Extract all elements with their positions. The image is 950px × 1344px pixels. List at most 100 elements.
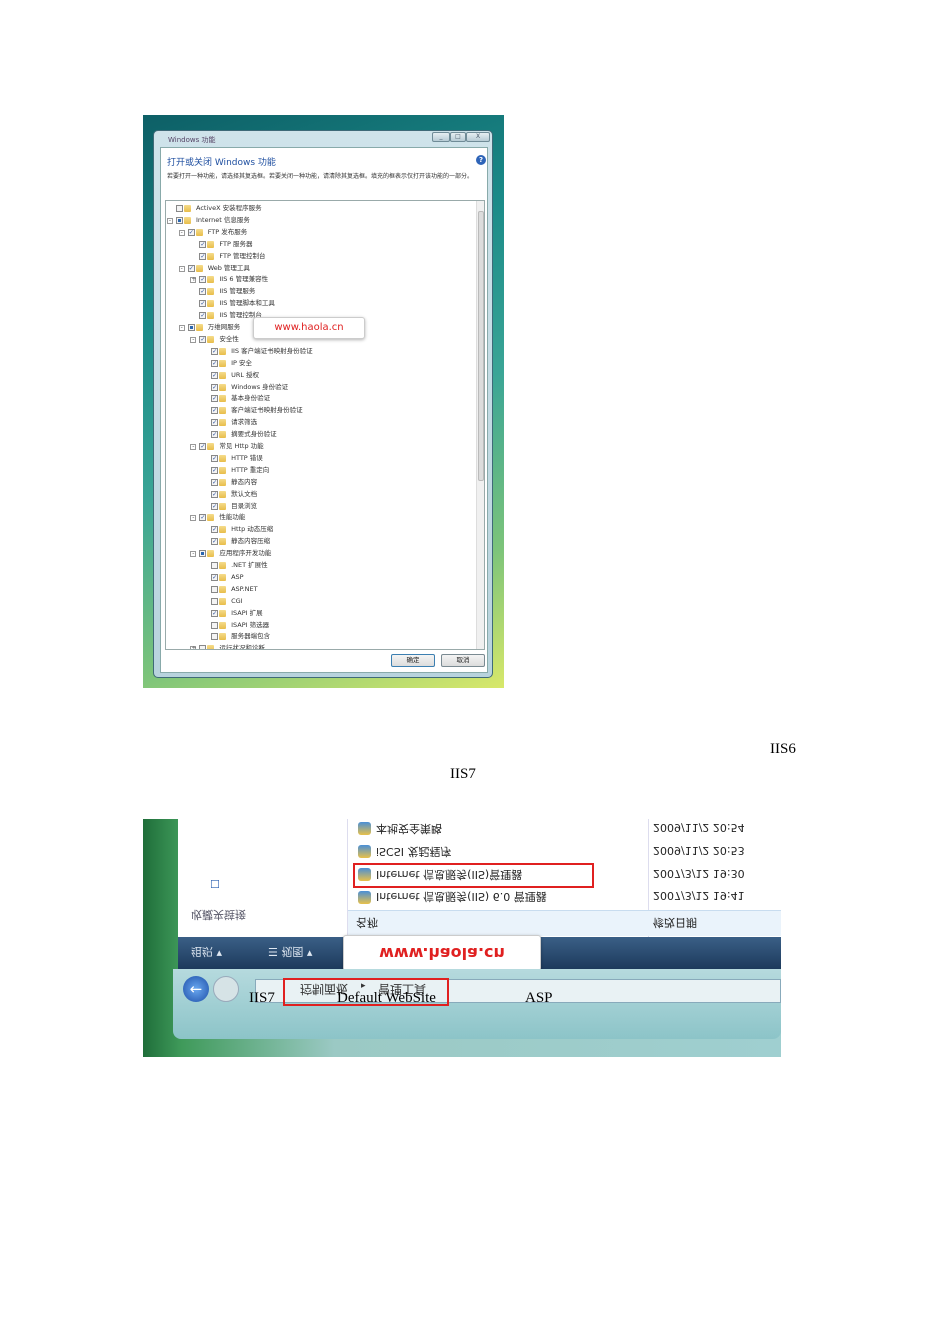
feature-item[interactable]: ASP.NET (166, 584, 466, 595)
feature-item[interactable]: ✓ Http 动态压缩 (166, 524, 466, 535)
collapse-icon[interactable]: - (190, 551, 197, 558)
feature-item[interactable]: ✓ FTP 服务器 (166, 239, 466, 250)
feature-checkbox[interactable]: ✓ (199, 300, 207, 308)
feature-checkbox[interactable]: ✓ (199, 335, 207, 343)
feature-item[interactable]: - ✓ FTP 发布服务 (166, 227, 466, 238)
feature-item[interactable]: - ✓ 常见 Http 功能 (166, 441, 466, 452)
feature-item[interactable]: ✓ 目录浏览 (166, 501, 466, 512)
feature-checkbox[interactable]: ✓ (199, 276, 207, 284)
feature-checkbox[interactable]: ✓ (211, 395, 219, 403)
feature-checkbox[interactable]: ✓ (211, 466, 219, 474)
feature-item[interactable]: ✓ URL 授权 (166, 370, 466, 381)
feature-checkbox[interactable]: ✓ (211, 573, 219, 581)
feature-checkbox[interactable]: ✓ (211, 347, 219, 355)
feature-checkbox[interactable]: ✓ (211, 431, 219, 439)
cancel-button[interactable]: 取消 (441, 654, 485, 667)
expand-icon[interactable]: + (190, 646, 196, 649)
feature-checkbox[interactable] (187, 324, 195, 331)
feature-item[interactable]: ✓ IIS 管理服务 (166, 286, 466, 297)
feature-checkbox[interactable]: ✓ (211, 478, 219, 486)
collapse-icon[interactable]: - (178, 265, 185, 272)
forward-button[interactable] (213, 976, 239, 1002)
scrollbar-thumb[interactable] (478, 211, 484, 481)
feature-checkbox[interactable]: ✓ (211, 454, 219, 462)
feature-item[interactable]: ✓ IIS 客户端证书映射身份验证 (166, 346, 466, 357)
collapse-icon[interactable]: - (178, 229, 185, 236)
feature-item[interactable]: ✓ 基本身份验证 (166, 393, 466, 404)
feature-item[interactable]: - 应用程序开发功能 (166, 548, 466, 559)
feature-item[interactable]: ✓ HTTP 重定向 (166, 465, 466, 476)
feature-item[interactable]: ✓ ISAPI 扩展 (166, 608, 466, 619)
collapse-icon[interactable]: - (167, 217, 173, 224)
minimize-button[interactable]: _ (432, 132, 450, 142)
feature-item[interactable]: - Internet 信息服务 (166, 215, 466, 226)
feature-checkbox[interactable] (211, 585, 219, 593)
tree-scrollbar[interactable] (476, 201, 484, 649)
feature-checkbox[interactable] (211, 562, 219, 569)
feature-checkbox[interactable]: ✓ (211, 502, 219, 510)
organize-button[interactable]: 组织 ▴ (191, 944, 222, 960)
ok-button[interactable]: 确定 (391, 654, 435, 667)
feature-item[interactable]: ✓ 默认文档 (166, 489, 466, 500)
feature-checkbox[interactable]: ✓ (211, 538, 219, 546)
feature-checkbox[interactable]: ✓ (211, 371, 219, 379)
feature-item[interactable]: ✓ 客户端证书映射身份验证 (166, 405, 466, 416)
feature-checkbox[interactable]: ✓ (211, 609, 219, 617)
file-row[interactable]: 本地安全策略 (376, 821, 442, 837)
feature-checkbox[interactable]: ✓ (199, 514, 207, 522)
feature-checkbox[interactable]: ✓ (211, 383, 219, 391)
file-row[interactable]: Internet 信息服务(IIS) 6.0 管理器 (376, 889, 547, 905)
feature-checkbox[interactable]: ✓ (211, 526, 219, 534)
feature-checkbox[interactable] (211, 597, 219, 605)
features-tree[interactable]: ActiveX 安装程序服务 - Internet 信息服务 - ✓ FTP 发布服务 ✓ F… (165, 200, 485, 650)
feature-checkbox[interactable]: ✓ (199, 240, 207, 248)
maximize-button[interactable]: □ (450, 132, 466, 142)
feature-item[interactable]: ✓ Windows 身份验证 (166, 382, 466, 393)
feature-item[interactable]: ISAPI 筛选器 (166, 620, 466, 631)
feature-checkbox[interactable] (211, 621, 219, 629)
feature-checkbox[interactable]: ✓ (211, 419, 219, 427)
feature-checkbox[interactable]: ✓ (211, 490, 219, 498)
feature-item[interactable]: - ✓ Web 管理工具 (166, 263, 466, 274)
collapse-icon[interactable]: - (190, 515, 197, 522)
feature-checkbox[interactable] (176, 205, 183, 212)
feature-item[interactable]: .NET 扩展性 (166, 560, 466, 571)
feature-item[interactable]: ✓ IP 安全 (166, 358, 466, 369)
feature-item[interactable]: CGI (166, 596, 466, 607)
feature-checkbox[interactable] (199, 550, 207, 558)
feature-checkbox[interactable]: ✓ (211, 407, 219, 415)
feature-checkbox[interactable]: ✓ (211, 359, 219, 367)
feature-checkbox[interactable] (199, 645, 207, 649)
collapse-icon[interactable]: - (190, 336, 197, 343)
feature-item[interactable]: ✓ FTP 管理控制台 (166, 251, 466, 262)
feature-item[interactable]: ✓ IIS 管理脚本和工具 (166, 298, 466, 309)
feature-item[interactable]: + 运行状况和诊断 (166, 643, 466, 649)
feature-item[interactable]: ✓ 请求筛选 (166, 417, 466, 428)
views-button[interactable]: ☰ 视图 ▴ (268, 944, 312, 960)
feature-checkbox[interactable] (211, 633, 219, 641)
expand-icon[interactable]: + (190, 277, 196, 284)
feature-checkbox[interactable] (176, 216, 183, 224)
feature-item[interactable]: ✓ 静态内容 (166, 477, 466, 488)
back-button[interactable]: ← (183, 976, 209, 1002)
feature-item[interactable]: ✓ HTTP 错误 (166, 453, 466, 464)
close-button[interactable]: X (466, 132, 490, 142)
feature-checkbox[interactable]: ✓ (187, 228, 195, 236)
feature-checkbox[interactable]: ✓ (187, 264, 195, 272)
feature-item[interactable]: ✓ ASP (166, 572, 466, 583)
feature-item[interactable]: ActiveX 安装程序服务 (166, 203, 466, 214)
column-header-name[interactable]: 名称 (356, 915, 378, 931)
help-icon[interactable]: ? (476, 155, 486, 165)
feature-item[interactable]: ✓ 摘要式身份验证 (166, 429, 466, 440)
collapse-icon[interactable]: - (178, 325, 185, 331)
feature-item[interactable]: 服务器端包含 (166, 631, 466, 642)
feature-item[interactable]: + ✓ IIS 6 管理兼容性 (166, 274, 466, 285)
column-header-date[interactable]: 修改日期 (653, 915, 697, 931)
feature-checkbox[interactable]: ✓ (199, 252, 207, 260)
feature-checkbox[interactable]: ✓ (199, 443, 207, 450)
favorites-label[interactable]: 收藏夹链接 (191, 907, 246, 923)
collapse-icon[interactable]: - (190, 444, 197, 450)
feature-item[interactable]: ✓ 静态内容压缩 (166, 536, 466, 547)
feature-checkbox[interactable]: ✓ (199, 312, 207, 320)
file-row[interactable]: iSCSI 发起程序 (376, 844, 451, 860)
